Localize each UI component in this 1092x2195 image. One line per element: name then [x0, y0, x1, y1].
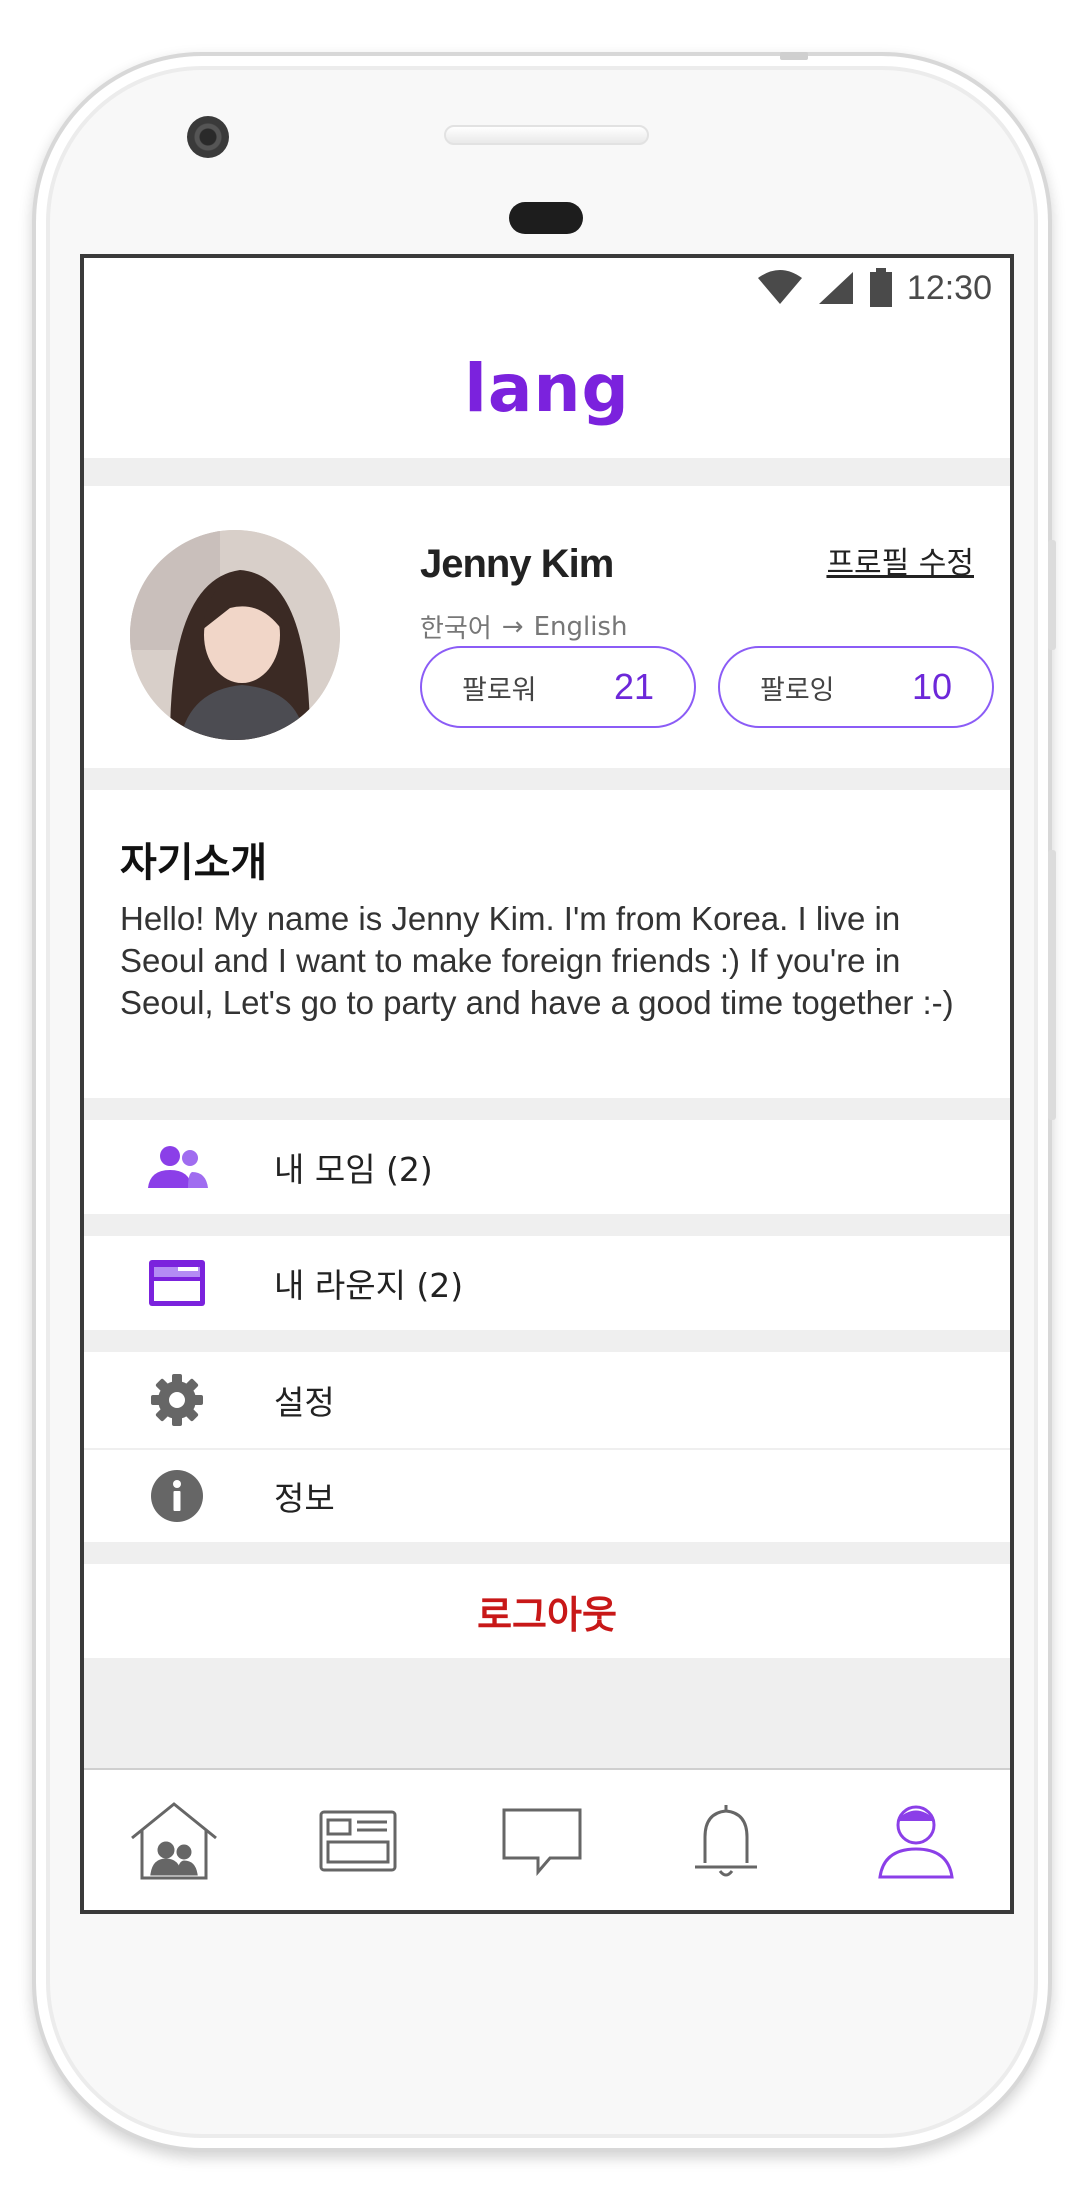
gear-icon	[142, 1370, 212, 1430]
chat-icon[interactable]	[492, 1796, 592, 1886]
home-icon[interactable]	[124, 1796, 224, 1886]
app-logo: lang	[464, 349, 630, 427]
wifi-icon	[757, 270, 802, 304]
intro-section: 자기소개 Hello! My name is Jenny Kim. I'm fr…	[84, 790, 1010, 1098]
follower-count: 21	[613, 666, 654, 707]
menu-label-my-lounges: 내 라운지 (2)	[274, 1266, 464, 1305]
profile-icon[interactable]	[866, 1796, 966, 1886]
profile-card: Jenny Kim 프로필 수정 한국어 → English 팔로워 21 팔로…	[84, 486, 1010, 768]
following-count: 10	[911, 666, 952, 707]
menu-label-info: 정보	[274, 1479, 335, 1518]
follower-button[interactable]: 팔로워 21	[420, 646, 696, 728]
native-language: 한국어	[420, 614, 492, 644]
signal-icon	[818, 272, 853, 304]
menu-label-my-groups: 내 모임 (2)	[274, 1150, 433, 1189]
status-bar: 12:30	[84, 258, 1010, 318]
lounge-tab-icon[interactable]	[308, 1796, 408, 1886]
follower-label: 팔로워	[462, 674, 537, 706]
edit-profile-link[interactable]: 프로필 수정	[826, 538, 974, 582]
intro-text: Hello! My name is Jenny Kim. I'm from Ko…	[120, 900, 954, 1021]
menu-label-settings: 설정	[274, 1383, 335, 1422]
bottom-navigation	[84, 1768, 1010, 1910]
menu-item-my-groups[interactable]: 내 모임 (2)	[84, 1120, 1010, 1214]
phone-power-button	[1048, 850, 1056, 1120]
menu-item-info[interactable]: 정보	[84, 1450, 1010, 1542]
menu-item-my-lounges[interactable]: 내 라운지 (2)	[84, 1236, 1010, 1330]
bell-icon[interactable]	[676, 1796, 776, 1886]
info-icon	[142, 1466, 212, 1526]
arrow-icon: →	[501, 611, 524, 642]
avatar[interactable]	[130, 530, 340, 740]
lounge-icon	[142, 1253, 212, 1313]
following-button[interactable]: 팔로잉 10	[718, 646, 994, 728]
earpiece-speaker	[444, 125, 649, 145]
battery-icon	[869, 268, 892, 307]
phone-top-button	[780, 52, 808, 60]
language-pair: 한국어 → English	[420, 608, 627, 645]
logout-button[interactable]: 로그아웃	[84, 1564, 1010, 1658]
menu-item-settings[interactable]: 설정	[84, 1352, 1010, 1448]
proximity-sensor	[509, 202, 583, 234]
learning-language: English	[533, 611, 628, 642]
group-icon	[142, 1137, 212, 1197]
phone-screen: 12:30 lang Jenny Kim 프로필 수정 한국어 → Englis…	[80, 254, 1014, 1914]
avatar-photo	[130, 530, 340, 740]
front-camera	[187, 116, 229, 158]
intro-title: 자기소개	[120, 840, 268, 886]
app-bar: lang	[84, 318, 1010, 458]
phone-volume-button	[1048, 540, 1056, 650]
status-time: 12:30	[906, 268, 992, 307]
following-label: 팔로잉	[760, 674, 835, 706]
user-name: Jenny Kim	[420, 542, 614, 586]
